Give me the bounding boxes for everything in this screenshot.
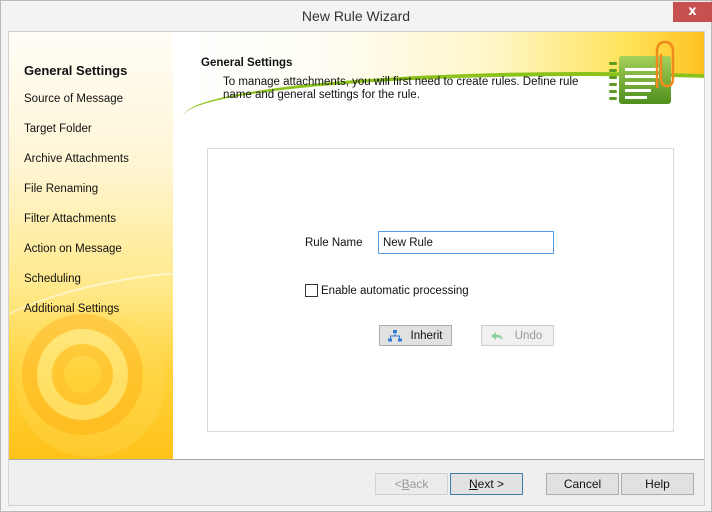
next-mnemonic: N xyxy=(468,477,478,491)
step-filter-attachments: Filter Attachments xyxy=(24,213,117,225)
close-button[interactable]: x xyxy=(673,2,712,22)
undo-button[interactable]: Undo xyxy=(481,325,554,346)
attachment-card-icon xyxy=(609,40,675,104)
step-header-banner: General Settings To manage attachments, … xyxy=(173,32,704,124)
cancel-button[interactable]: Cancel xyxy=(546,473,619,495)
general-settings-panel: Rule Name Enable automatic processing In… xyxy=(207,148,674,432)
step-file-renaming: File Renaming xyxy=(24,183,99,195)
email-at-logo-icon xyxy=(15,307,165,457)
title-bar: New Rule Wizard x xyxy=(1,1,712,31)
next-button[interactable]: Next > xyxy=(450,473,523,495)
step-scheduling: Scheduling xyxy=(24,273,81,285)
rule-name-label: Rule Name xyxy=(305,237,363,249)
undo-arrow-icon xyxy=(491,332,503,340)
hierarchy-icon xyxy=(388,330,402,342)
step-additional-settings: Additional Settings xyxy=(24,303,120,315)
step-general-settings: General Settings xyxy=(24,63,128,78)
inherit-button[interactable]: Inherit xyxy=(379,325,452,346)
wizard-window: New Rule Wizard x General Settings Sourc… xyxy=(0,0,712,512)
back-button[interactable]: < Back xyxy=(375,473,448,495)
help-button[interactable]: Help xyxy=(621,473,694,495)
back-rest: ack xyxy=(409,477,429,491)
auto-processing-row[interactable]: Enable automatic processing xyxy=(305,284,469,297)
step-source-of-message: Source of Message xyxy=(24,93,124,105)
wizard-steps-sidebar: General Settings Source of Message Targe… xyxy=(9,32,173,459)
back-prefix: < xyxy=(394,477,402,491)
step-action-on-message: Action on Message xyxy=(24,243,122,255)
next-rest: ext > xyxy=(477,477,505,491)
wizard-footer: < Back Next > Cancel Help xyxy=(9,460,704,505)
rule-name-input[interactable] xyxy=(378,231,554,254)
step-title: General Settings xyxy=(201,57,293,69)
step-description: To manage attachments, you will first ne… xyxy=(223,76,579,101)
undo-label: Undo xyxy=(514,329,543,342)
back-mnemonic: B xyxy=(401,477,410,491)
auto-processing-label[interactable]: Enable automatic processing xyxy=(321,285,469,297)
window-title: New Rule Wizard xyxy=(301,8,411,24)
step-archive-attachments: Archive Attachments xyxy=(24,153,129,165)
auto-processing-checkbox[interactable] xyxy=(305,284,318,297)
inherit-label: Inherit xyxy=(410,329,443,342)
wizard-client-area: General Settings Source of Message Targe… xyxy=(8,31,705,506)
step-target-folder: Target Folder xyxy=(24,123,92,135)
close-icon: x xyxy=(688,4,697,19)
